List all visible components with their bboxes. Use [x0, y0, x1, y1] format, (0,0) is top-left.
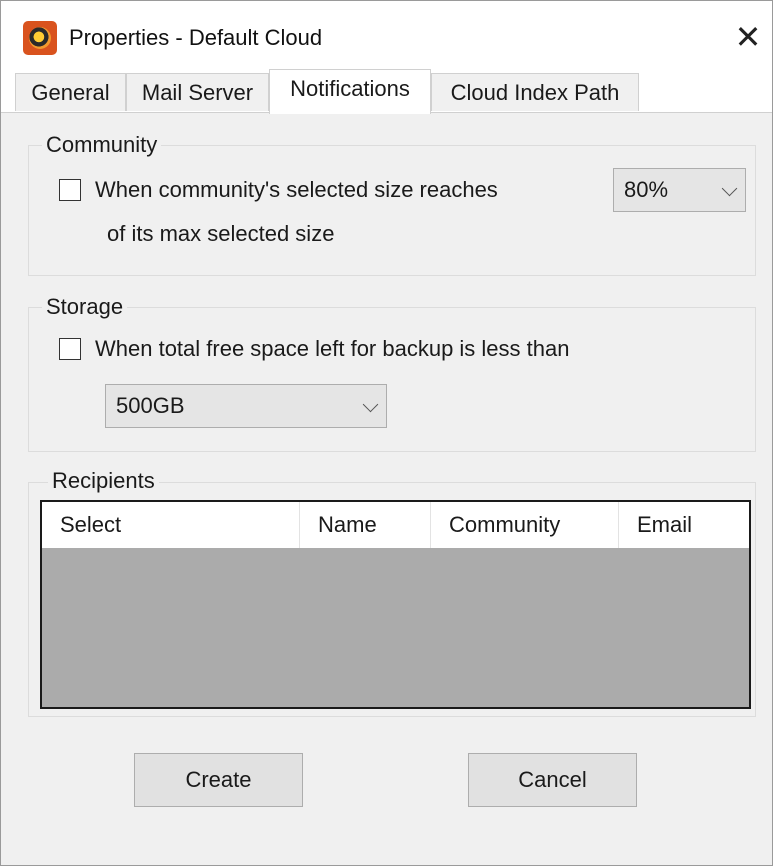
storage-threshold-value: 500GB [116, 393, 185, 418]
window-title: Properties - Default Cloud [69, 25, 323, 50]
tab-notifications[interactable]: Notifications [269, 69, 431, 114]
column-header-community[interactable]: Community [431, 502, 619, 548]
chevron-down-icon [721, 180, 738, 197]
recipients-table[interactable]: Select Name Community Email [40, 500, 751, 709]
tab-general[interactable]: General [15, 73, 126, 111]
community-size-label-line1: When community's selected size reaches [95, 177, 498, 202]
cancel-button[interactable]: Cancel [468, 753, 637, 807]
app-logo-icon [23, 21, 57, 55]
chevron-down-icon [362, 396, 379, 413]
storage-threshold-select[interactable]: 500GB [105, 384, 387, 428]
create-button[interactable]: Create [134, 753, 303, 807]
community-legend: Community [42, 131, 162, 159]
storage-free-space-label: When total free space left for backup is… [95, 336, 570, 361]
recipients-legend: Recipients [48, 467, 159, 495]
storage-free-space-checkbox[interactable] [59, 338, 81, 360]
storage-legend: Storage [42, 293, 128, 321]
column-header-email[interactable]: Email [619, 502, 749, 548]
storage-group [28, 307, 756, 452]
tab-cloud-index-path[interactable]: Cloud Index Path [431, 73, 639, 111]
table-header: Select Name Community Email [42, 502, 749, 548]
close-icon[interactable]: ✕ [728, 17, 768, 57]
tab-strip: General Mail Server Notifications Cloud … [1, 69, 772, 114]
title-bar: Properties - Default Cloud ✕ [1, 1, 772, 69]
community-size-checkbox[interactable] [59, 179, 81, 201]
column-header-select[interactable]: Select [42, 502, 300, 548]
community-threshold-select[interactable]: 80% [613, 168, 746, 212]
community-threshold-value: 80% [624, 177, 669, 202]
tab-mail-server[interactable]: Mail Server [126, 73, 269, 111]
properties-dialog: Properties - Default Cloud ✕ General Mai… [0, 0, 773, 866]
community-size-label-line2: of its max selected size [107, 221, 335, 246]
column-header-name[interactable]: Name [300, 502, 431, 548]
